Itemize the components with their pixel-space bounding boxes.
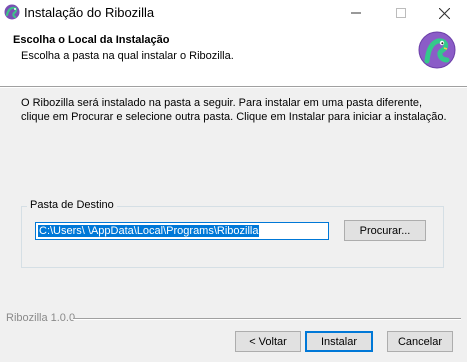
destination-path-value: C:\Users\ \AppData\Local\Programs\Ribozi… [38,225,260,237]
wizard-header: Escolha o Local da Instalação Escolha a … [0,26,467,86]
destination-path-input[interactable]: C:\Users\ \AppData\Local\Programs\Ribozi… [35,222,329,240]
minimize-button[interactable] [336,0,376,26]
ribozilla-logo-icon [418,31,456,69]
install-description: O Ribozilla será instalado na pasta a se… [21,97,447,123]
install-button[interactable]: Instalar [305,331,373,352]
back-button[interactable]: < Voltar [235,331,301,352]
minimize-icon [351,12,361,14]
page-title: Escolha o Local da Instalação [13,34,170,46]
close-icon [438,7,450,19]
footer-divider-highlight [73,319,461,320]
cancel-button[interactable]: Cancelar [387,331,453,352]
maximize-icon [396,8,406,18]
ribozilla-app-icon [4,4,20,20]
header-divider-highlight [0,87,467,88]
title-bar: Instalação do Ribozilla [0,0,467,26]
browse-button[interactable]: Procurar... [344,220,426,241]
brand-label: Ribozilla 1.0.0 [6,312,76,324]
destination-group-label: Pasta de Destino [27,199,117,211]
maximize-button[interactable] [381,0,421,26]
close-button[interactable] [424,0,464,26]
page-subtitle: Escolha a pasta na qual instalar o Riboz… [21,50,234,62]
window-title: Instalação do Ribozilla [24,5,155,20]
